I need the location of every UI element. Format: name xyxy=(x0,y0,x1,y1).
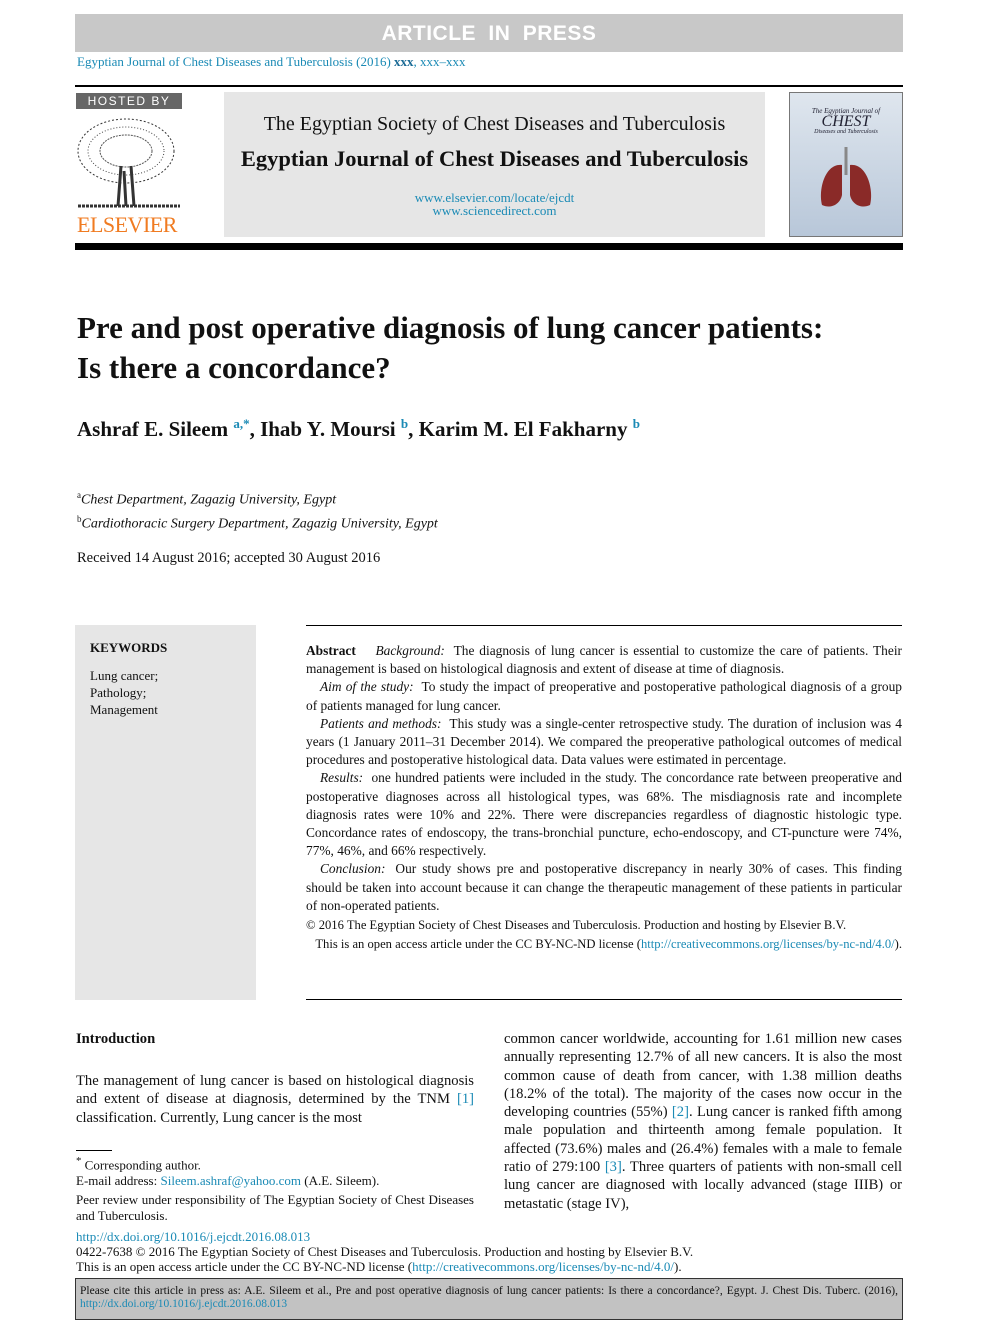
society-name: The Egyptian Society of Chest Diseases a… xyxy=(263,113,726,135)
citation-doi-link[interactable]: http://dx.doi.org/10.1016/j.ejcdt.2016.0… xyxy=(80,1298,287,1310)
section-head: Results: xyxy=(320,770,364,786)
footnotes: * Corresponding author. E-mail address: … xyxy=(76,1153,474,1224)
footnote-marker: * xyxy=(76,1155,82,1167)
journal-pages: , xxx–xxx xyxy=(413,54,466,69)
doi-link[interactable]: http://dx.doi.org/10.1016/j.ejcdt.2016.0… xyxy=(76,1229,310,1244)
abstract-copyright: © 2016 The Egyptian Society of Chest Dis… xyxy=(306,918,847,933)
abstract-bottom-rule xyxy=(306,999,902,1000)
license-text: ). xyxy=(894,936,902,951)
license-link[interactable]: http://creativecommons.org/licenses/by-n… xyxy=(412,1259,674,1274)
abstract-top-rule xyxy=(306,625,902,626)
journal-banner: The Egyptian Society of Chest Diseases a… xyxy=(224,92,765,237)
divider xyxy=(75,85,903,87)
affiliations: aChest Department, Zagazig University, E… xyxy=(77,486,438,533)
text: The management of lung cancer is based o… xyxy=(76,1073,474,1108)
license-text: ). xyxy=(673,1259,682,1274)
lungs-icon xyxy=(820,147,872,207)
section-head: Background: xyxy=(375,643,445,658)
abstract-label: Abstract xyxy=(306,643,356,658)
author-list: Ashraf E. Sileem a,*, Ihab Y. Moursi b, … xyxy=(77,416,640,441)
footnote-rule xyxy=(76,1150,112,1151)
author-affiliation-sup[interactable]: b xyxy=(633,416,640,431)
received-dates: Received 14 August 2016; accepted 30 Aug… xyxy=(77,550,381,566)
section-head: Conclusion: xyxy=(320,861,386,877)
article-in-press-banner: ARTICLE IN PRESS xyxy=(75,14,903,52)
keyword: Pathology; xyxy=(90,685,147,700)
journal-reference[interactable]: Egyptian Journal of Chest Diseases and T… xyxy=(77,54,466,70)
author-name[interactable]: Ashraf E. Sileem xyxy=(77,417,228,441)
journal-cover-image: The Egyptian Journal of CHEST Diseases a… xyxy=(789,92,903,237)
text: classification. Currently, Lung cancer i… xyxy=(76,1109,362,1126)
section-text: Our study shows pre and postoperative di… xyxy=(306,861,902,913)
journal-ref-text: Egyptian Journal of Chest Diseases and T… xyxy=(77,54,395,69)
citation-box: Please cite this article in press as: A.… xyxy=(75,1278,903,1320)
author-name[interactable]: Karim M. El Fakharny xyxy=(419,417,628,441)
journal-volume: xxx xyxy=(394,54,414,69)
reference-link[interactable]: [1] xyxy=(457,1091,474,1107)
affiliation: Chest Department, Zagazig University, Eg… xyxy=(81,492,337,508)
elsevier-logo: ELSEVIER xyxy=(77,212,177,237)
reference-link[interactable]: [3] xyxy=(605,1159,622,1175)
author-affiliation-sup[interactable]: a,* xyxy=(233,416,249,431)
issn-copyright: 0422-7638 © 2016 The Egyptian Society of… xyxy=(76,1244,694,1259)
footnote-text: E-mail address: xyxy=(76,1173,161,1189)
section-text: one hundred patients were included in th… xyxy=(306,770,902,859)
keyword: Management xyxy=(90,702,158,717)
cover-title: CHEST xyxy=(821,113,871,130)
elsevier-tree-logo xyxy=(77,118,180,208)
email-link[interactable]: Sileem.ashraf@yahoo.com xyxy=(160,1173,301,1188)
section-head: Patients and methods: xyxy=(320,715,442,731)
sciencedirect-link[interactable]: www.sciencedirect.com xyxy=(432,203,556,218)
author-name[interactable]: Ihab Y. Moursi xyxy=(260,417,396,441)
journal-name: Egyptian Journal of Chest Diseases and T… xyxy=(240,146,749,171)
intro-paragraph-right: common cancer worldwide, accounting for … xyxy=(504,1030,902,1213)
intro-paragraph-left: The management of lung cancer is based o… xyxy=(76,1072,474,1127)
abstract: Abstract Background: The diagnosis of lu… xyxy=(306,642,902,952)
footnote-text: Corresponding author. xyxy=(84,1157,201,1173)
keywords-box: KEYWORDS Lung cancer; Pathology; Managem… xyxy=(75,625,256,1000)
section-head: Aim of the study: xyxy=(320,679,414,695)
author-affiliation-sup[interactable]: b xyxy=(401,416,408,431)
section-heading: Introduction xyxy=(76,1031,156,1047)
keyword: Lung cancer; xyxy=(90,668,159,683)
license-text: This is an open access article under the… xyxy=(315,936,641,951)
footer: http://dx.doi.org/10.1016/j.ejcdt.2016.0… xyxy=(76,1229,693,1274)
article-title: Pre and post operative diagnosis of lung… xyxy=(77,310,824,385)
affiliation: Cardiothoracic Surgery Department, Zagaz… xyxy=(81,516,438,532)
keywords-heading: KEYWORDS xyxy=(90,640,168,655)
license-link[interactable]: http://creativecommons.org/licenses/by-n… xyxy=(641,937,895,951)
header-bottom-rule xyxy=(75,243,903,250)
abstract-license: This is an open access article under the… xyxy=(306,936,902,953)
intro-heading: Introduction xyxy=(76,1030,474,1048)
hosted-by-label: HOSTED BY xyxy=(76,93,182,109)
citation-text: Please cite this article in press as: A.… xyxy=(80,1285,898,1297)
reference-link[interactable]: [2] xyxy=(672,1104,689,1120)
footnote-text: (A.E. Sileem). xyxy=(300,1173,380,1189)
license-text: This is an open access article under the… xyxy=(76,1259,413,1274)
peer-review-note: Peer review under responsibility of The … xyxy=(76,1192,474,1224)
